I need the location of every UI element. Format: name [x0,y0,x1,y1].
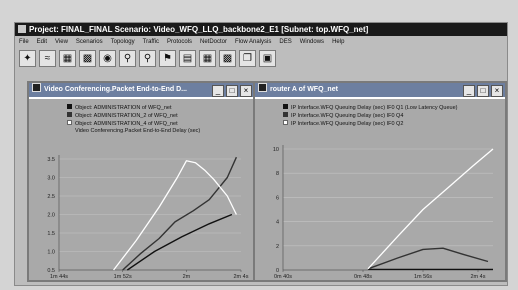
x-tick-label: 0m 40s [274,274,292,280]
maximize-button[interactable]: □ [477,85,489,97]
y-tick-label: 8 [276,171,279,177]
y-tick-label: 3.5 [47,157,55,163]
y-tick-label: 2.0 [47,213,55,219]
x-tick-label: 2m 4s [471,274,486,280]
graph-window-packet-delay[interactable]: Video Conferencing.Packet End-to-End D..… [27,81,256,282]
menu-view[interactable]: View [55,39,68,45]
plot-area: Object: ADMINISTRATION of WFQ_net Object… [29,99,254,280]
window-title: router A of WFQ_net [270,86,338,93]
x-tick-label: 1m 56s [414,274,432,280]
app-title: Project: FINAL_FINAL Scenario: Video_WFQ… [29,25,369,34]
menu-file[interactable]: File [19,39,29,45]
close-button[interactable]: × [240,85,252,97]
graph-window-icon [258,83,267,92]
zoom-in-icon[interactable]: ⚲ [119,50,136,67]
graph-window-icon [32,83,41,92]
series-line [367,247,489,270]
failure-tool-icon[interactable]: ◉ [99,50,116,67]
flag-icon[interactable]: ⚑ [159,50,176,67]
x-tick-label: 2m [183,274,191,280]
x-tick-label: 2m 4s [234,274,249,280]
toolbar: ✦ ≈ ▦ ▩ ◉ ⚲ ⚲ ⚑ ▤ ▦ ▩ ❐ ▣ [19,50,276,70]
statistics-icon[interactable]: ▦ [199,50,216,67]
menu-help[interactable]: Help [332,39,344,45]
menu-des[interactable]: DES [279,39,291,45]
menu-bar: File Edit View Scenarios Topology Traffic Prot… [15,37,507,47]
scenarios-icon[interactable]: ❐ [239,50,256,67]
node-tool-icon[interactable]: ✦ [19,50,36,67]
packet-delay-chart: 0.51.01.52.02.53.03.51m 44s 1m 52s 2m 2m 4s [47,155,249,280]
menu-edit[interactable]: Edit [37,39,47,45]
zoom-out-icon[interactable]: ⚲ [139,50,156,67]
y-tick-label: 1.0 [47,250,55,256]
close-button[interactable]: × [491,85,503,97]
menu-protocols[interactable]: Protocols [167,39,192,45]
menu-netdoctor[interactable]: NetDoctor [200,39,227,45]
link-tool-icon[interactable]: ≈ [39,50,56,67]
series-line [113,160,237,271]
subnet-tool-icon[interactable]: ▦ [59,50,76,67]
y-tick-label: 6 [276,195,279,201]
menu-scenarios[interactable]: Scenarios [76,39,103,45]
router-queuing-delay-chart: 02468100m 40s 0m 48s 1m 56s 2m 4s [273,145,494,280]
x-tick-label: 1m 44s [50,274,68,280]
menu-topology[interactable]: Topology [111,39,135,45]
y-tick-label: 1.5 [47,231,55,237]
x-tick-label: 1m 52s [114,274,132,280]
y-tick-label: 10 [273,147,279,153]
y-tick-label: 2 [276,244,279,250]
minimize-button[interactable]: _ [212,85,224,97]
menu-flow-analysis[interactable]: Flow Analysis [235,39,271,45]
window-title: Video Conferencing.Packet End-to-End D..… [44,86,187,93]
animation-icon[interactable]: ▣ [259,50,276,67]
minimize-button[interactable]: _ [463,85,475,97]
menu-windows[interactable]: Windows [300,39,324,45]
graph-window-router-a[interactable]: router A of WFQ_net _ □ × IP Interface.WFQ… [253,81,507,282]
opnet-application-window: Project: FINAL_FINAL Scenario: Video_WFQ… [14,22,508,286]
web-report-icon[interactable]: ▩ [219,50,236,67]
maximize-button[interactable]: □ [226,85,238,97]
x-tick-label: 0m 48s [354,274,372,280]
y-tick-label: 4 [276,220,279,226]
results-icon[interactable]: ▤ [179,50,196,67]
plot-area: IP Interface.WFQ Queuing Delay (sec) IF0… [255,99,505,280]
series-line [367,148,494,270]
y-tick-label: 2.5 [47,194,55,200]
app-icon [18,25,26,33]
config-tool-icon[interactable]: ▩ [79,50,96,67]
app-title-bar: Project: FINAL_FINAL Scenario: Video_WFQ… [15,23,507,36]
y-tick-label: 3.0 [47,176,55,182]
menu-traffic[interactable]: Traffic [143,39,159,45]
series-line [126,213,233,271]
